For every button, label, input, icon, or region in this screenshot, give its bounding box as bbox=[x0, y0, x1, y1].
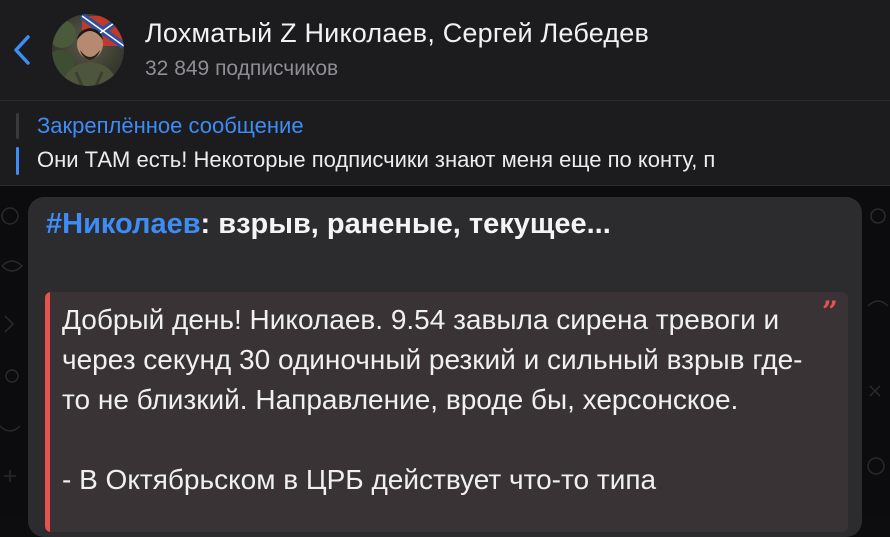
quote-text: Добрый день! Николаев. 9.54 завыла сирен… bbox=[62, 304, 803, 495]
wallpaper-doodle-icon bbox=[867, 208, 889, 475]
quote-accent-bar bbox=[45, 292, 50, 532]
message-title: #Николаев: взрыв, раненые, текущее... bbox=[46, 208, 611, 241]
quote-block: ” Добрый день! Николаев. 9.54 завыла сир… bbox=[45, 292, 848, 532]
chat-header bbox=[0, 0, 890, 101]
pinned-indicator bbox=[16, 113, 19, 175]
subscriber-count: 32 849 подписчиков bbox=[145, 57, 339, 80]
back-button[interactable] bbox=[6, 28, 38, 72]
pinned-message-label: Закреплённое сообщение bbox=[37, 113, 304, 138]
chevron-left-icon bbox=[14, 35, 30, 65]
quote-icon: ” bbox=[821, 295, 838, 328]
wallpaper-doodle-icon bbox=[0, 207, 24, 482]
channel-title[interactable]: Лохматый Z Николаев, Сергей Лебедев bbox=[145, 18, 649, 49]
hashtag-link[interactable]: #Николаев bbox=[46, 208, 201, 240]
channel-avatar[interactable] bbox=[52, 14, 124, 86]
pinned-message-text: Они ТАМ есть! Некоторые подписчики знают… bbox=[37, 147, 716, 172]
message-title-text: : взрыв, раненые, текущее... bbox=[200, 208, 611, 240]
